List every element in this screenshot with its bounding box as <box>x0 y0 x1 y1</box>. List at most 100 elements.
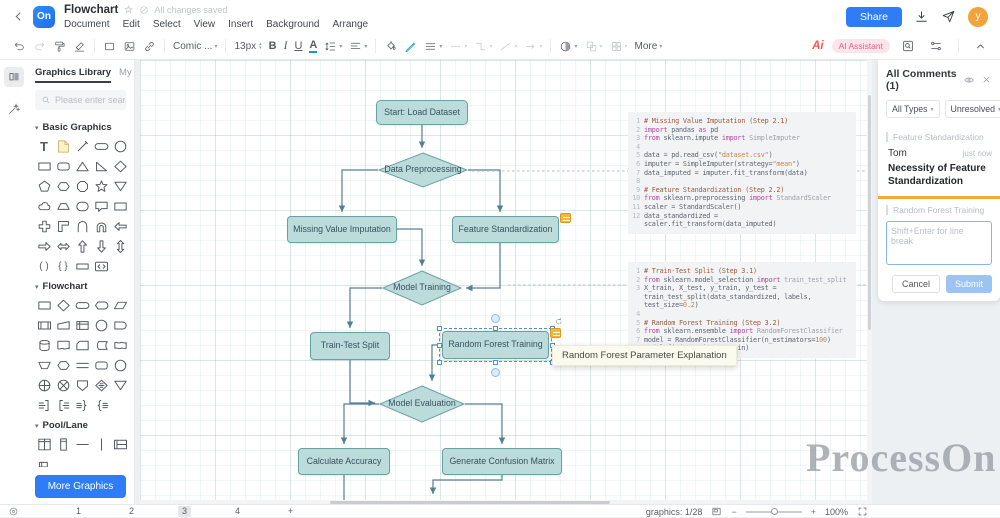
page-tab-1[interactable]: 1 <box>72 506 85 517</box>
shape-hexagon[interactable] <box>54 356 72 374</box>
shape-parallel[interactable] <box>73 356 91 374</box>
shape-document2[interactable] <box>54 336 72 354</box>
fullscreen-icon[interactable] <box>857 506 868 517</box>
shape-rect[interactable] <box>111 197 129 215</box>
insert-shape-icon[interactable] <box>100 38 119 55</box>
shape-arrow-up[interactable] <box>73 237 91 255</box>
close-comments-icon[interactable] <box>981 74 992 86</box>
flow-structure-icon[interactable] <box>926 37 946 55</box>
section-title[interactable]: ▾Flowchart <box>35 281 126 292</box>
shape-arrow-ud[interactable] <box>111 237 129 255</box>
shape-manual-input[interactable] <box>54 316 72 334</box>
node-impute[interactable]: Missing Value Imputation <box>287 216 397 243</box>
comment-card[interactable]: Feature Standardization Tom just now Nec… <box>878 126 1000 196</box>
comment-marker-icon[interactable] <box>550 328 561 338</box>
font-size-select[interactable]: 13px▴▾ <box>231 39 264 54</box>
format-painter-icon[interactable] <box>50 38 69 55</box>
line-shape-icon[interactable]: ▾ <box>496 38 520 55</box>
shape-stored[interactable] <box>92 336 110 354</box>
shape-bubble[interactable] <box>92 197 110 215</box>
undo-icon[interactable] <box>10 38 29 55</box>
page-settings-icon[interactable] <box>8 506 19 517</box>
send-icon[interactable] <box>941 9 956 24</box>
menu-item-select[interactable]: Select <box>153 19 181 30</box>
shape-text[interactable]: T <box>35 137 53 155</box>
shape-braces[interactable]: { } <box>54 257 72 275</box>
node-evaluate[interactable]: Model Evaluation <box>379 385 465 423</box>
shape-pen[interactable] <box>73 137 91 155</box>
align-icon[interactable]: ▾ <box>346 38 370 55</box>
tab-graphics-library[interactable]: Graphics Library <box>35 67 111 83</box>
shape-predefined[interactable] <box>35 316 53 334</box>
node-confusion[interactable]: Generate Confusion Matrix <box>442 448 562 475</box>
section-title[interactable]: ▾Basic Graphics <box>35 122 126 133</box>
shape-octagon[interactable] <box>73 177 91 195</box>
shape-circle[interactable] <box>92 316 110 334</box>
shape-display[interactable] <box>92 296 110 314</box>
search-input[interactable] <box>55 95 125 105</box>
shape-rect[interactable] <box>35 157 53 175</box>
zoom-in-icon[interactable]: + <box>811 507 816 517</box>
shape-pool-vert[interactable] <box>54 435 72 453</box>
shape-summing[interactable] <box>54 376 72 394</box>
node-split[interactable]: Train-Test Split <box>310 332 390 360</box>
cancel-button[interactable]: Cancel <box>892 275 940 293</box>
comment-marker-icon[interactable] <box>560 213 571 223</box>
resize-handle[interactable] <box>437 326 442 331</box>
filter-type-select[interactable]: All Types▾ <box>886 100 940 118</box>
shape-h-line[interactable] <box>73 435 91 453</box>
shape-arrow-right[interactable] <box>35 237 53 255</box>
resize-handle[interactable] <box>437 360 442 365</box>
shape-pill[interactable] <box>73 296 91 314</box>
doc-search-icon[interactable] <box>898 37 918 55</box>
insert-link-icon[interactable] <box>140 38 159 55</box>
node-training[interactable]: Model Training <box>382 270 462 306</box>
ai-assistant-badge[interactable]: AI Assistant <box>832 39 890 53</box>
shape-arrow-left[interactable] <box>111 217 129 235</box>
shape-trapezoid[interactable] <box>54 197 72 215</box>
quick-connect-handle[interactable] <box>491 314 500 323</box>
shape-xor[interactable] <box>35 376 53 394</box>
font-family-select[interactable]: Comic ...▾ <box>170 39 220 54</box>
redo-icon[interactable] <box>30 38 49 55</box>
user-avatar[interactable]: y <box>968 7 988 27</box>
shape-diamond[interactable] <box>54 296 72 314</box>
favorite-star-icon[interactable] <box>123 4 134 15</box>
menu-item-document[interactable]: Document <box>64 19 110 30</box>
add-page-button[interactable]: + <box>284 506 297 517</box>
download-icon[interactable] <box>914 9 929 24</box>
code-annotation-1[interactable]: 1# Missing Value Imputation (Step 2.1)2i… <box>628 112 856 234</box>
shape-roundrect[interactable] <box>92 356 110 374</box>
tab-my-component[interactable]: My Component <box>119 67 135 83</box>
shape-diamond[interactable] <box>111 157 129 175</box>
node-accuracy[interactable]: Calculate Accuracy <box>298 448 390 475</box>
share-button[interactable]: Share <box>846 7 902 27</box>
menu-item-arrange[interactable]: Arrange <box>333 19 369 30</box>
arrow-style-icon[interactable]: ▾ <box>521 38 545 55</box>
resize-handle[interactable] <box>493 326 498 331</box>
node-forest[interactable]: Random Forest Training <box>442 331 549 359</box>
menu-item-insert[interactable]: Insert <box>228 19 253 30</box>
shape-delay[interactable] <box>111 316 129 334</box>
comment-input[interactable] <box>886 221 992 265</box>
filter-status-select[interactable]: Unresolved▾ <box>945 100 1000 118</box>
shape-decision-l[interactable] <box>92 376 110 394</box>
shape-shield[interactable] <box>73 376 91 394</box>
code-annotation-2[interactable]: 1# Train-Test Split (Step 3.1)2from skle… <box>628 262 856 358</box>
connector-type-icon[interactable]: ▾ <box>471 38 495 55</box>
shape-plus[interactable] <box>35 217 53 235</box>
section-title[interactable]: ▾Pool/Lane <box>35 420 126 431</box>
shape-pool-small[interactable] <box>35 455 53 467</box>
more-menu[interactable]: More▾ <box>632 39 666 54</box>
shape-brace-l[interactable] <box>92 396 110 414</box>
shape-search[interactable] <box>35 90 126 110</box>
border-style-icon[interactable]: ▾ <box>446 38 470 55</box>
shape-circle[interactable] <box>111 356 129 374</box>
diagram-canvas[interactable]: Start: Load DatasetData PreprocessingMis… <box>140 60 872 505</box>
insert-image-icon[interactable] <box>120 38 139 55</box>
page-tab-2[interactable]: 2 <box>125 506 138 517</box>
shape-capsule[interactable] <box>73 197 91 215</box>
resize-handle[interactable] <box>493 360 498 365</box>
shapes-library-icon[interactable] <box>4 67 24 87</box>
theme-icon[interactable]: ▾ <box>556 38 580 55</box>
